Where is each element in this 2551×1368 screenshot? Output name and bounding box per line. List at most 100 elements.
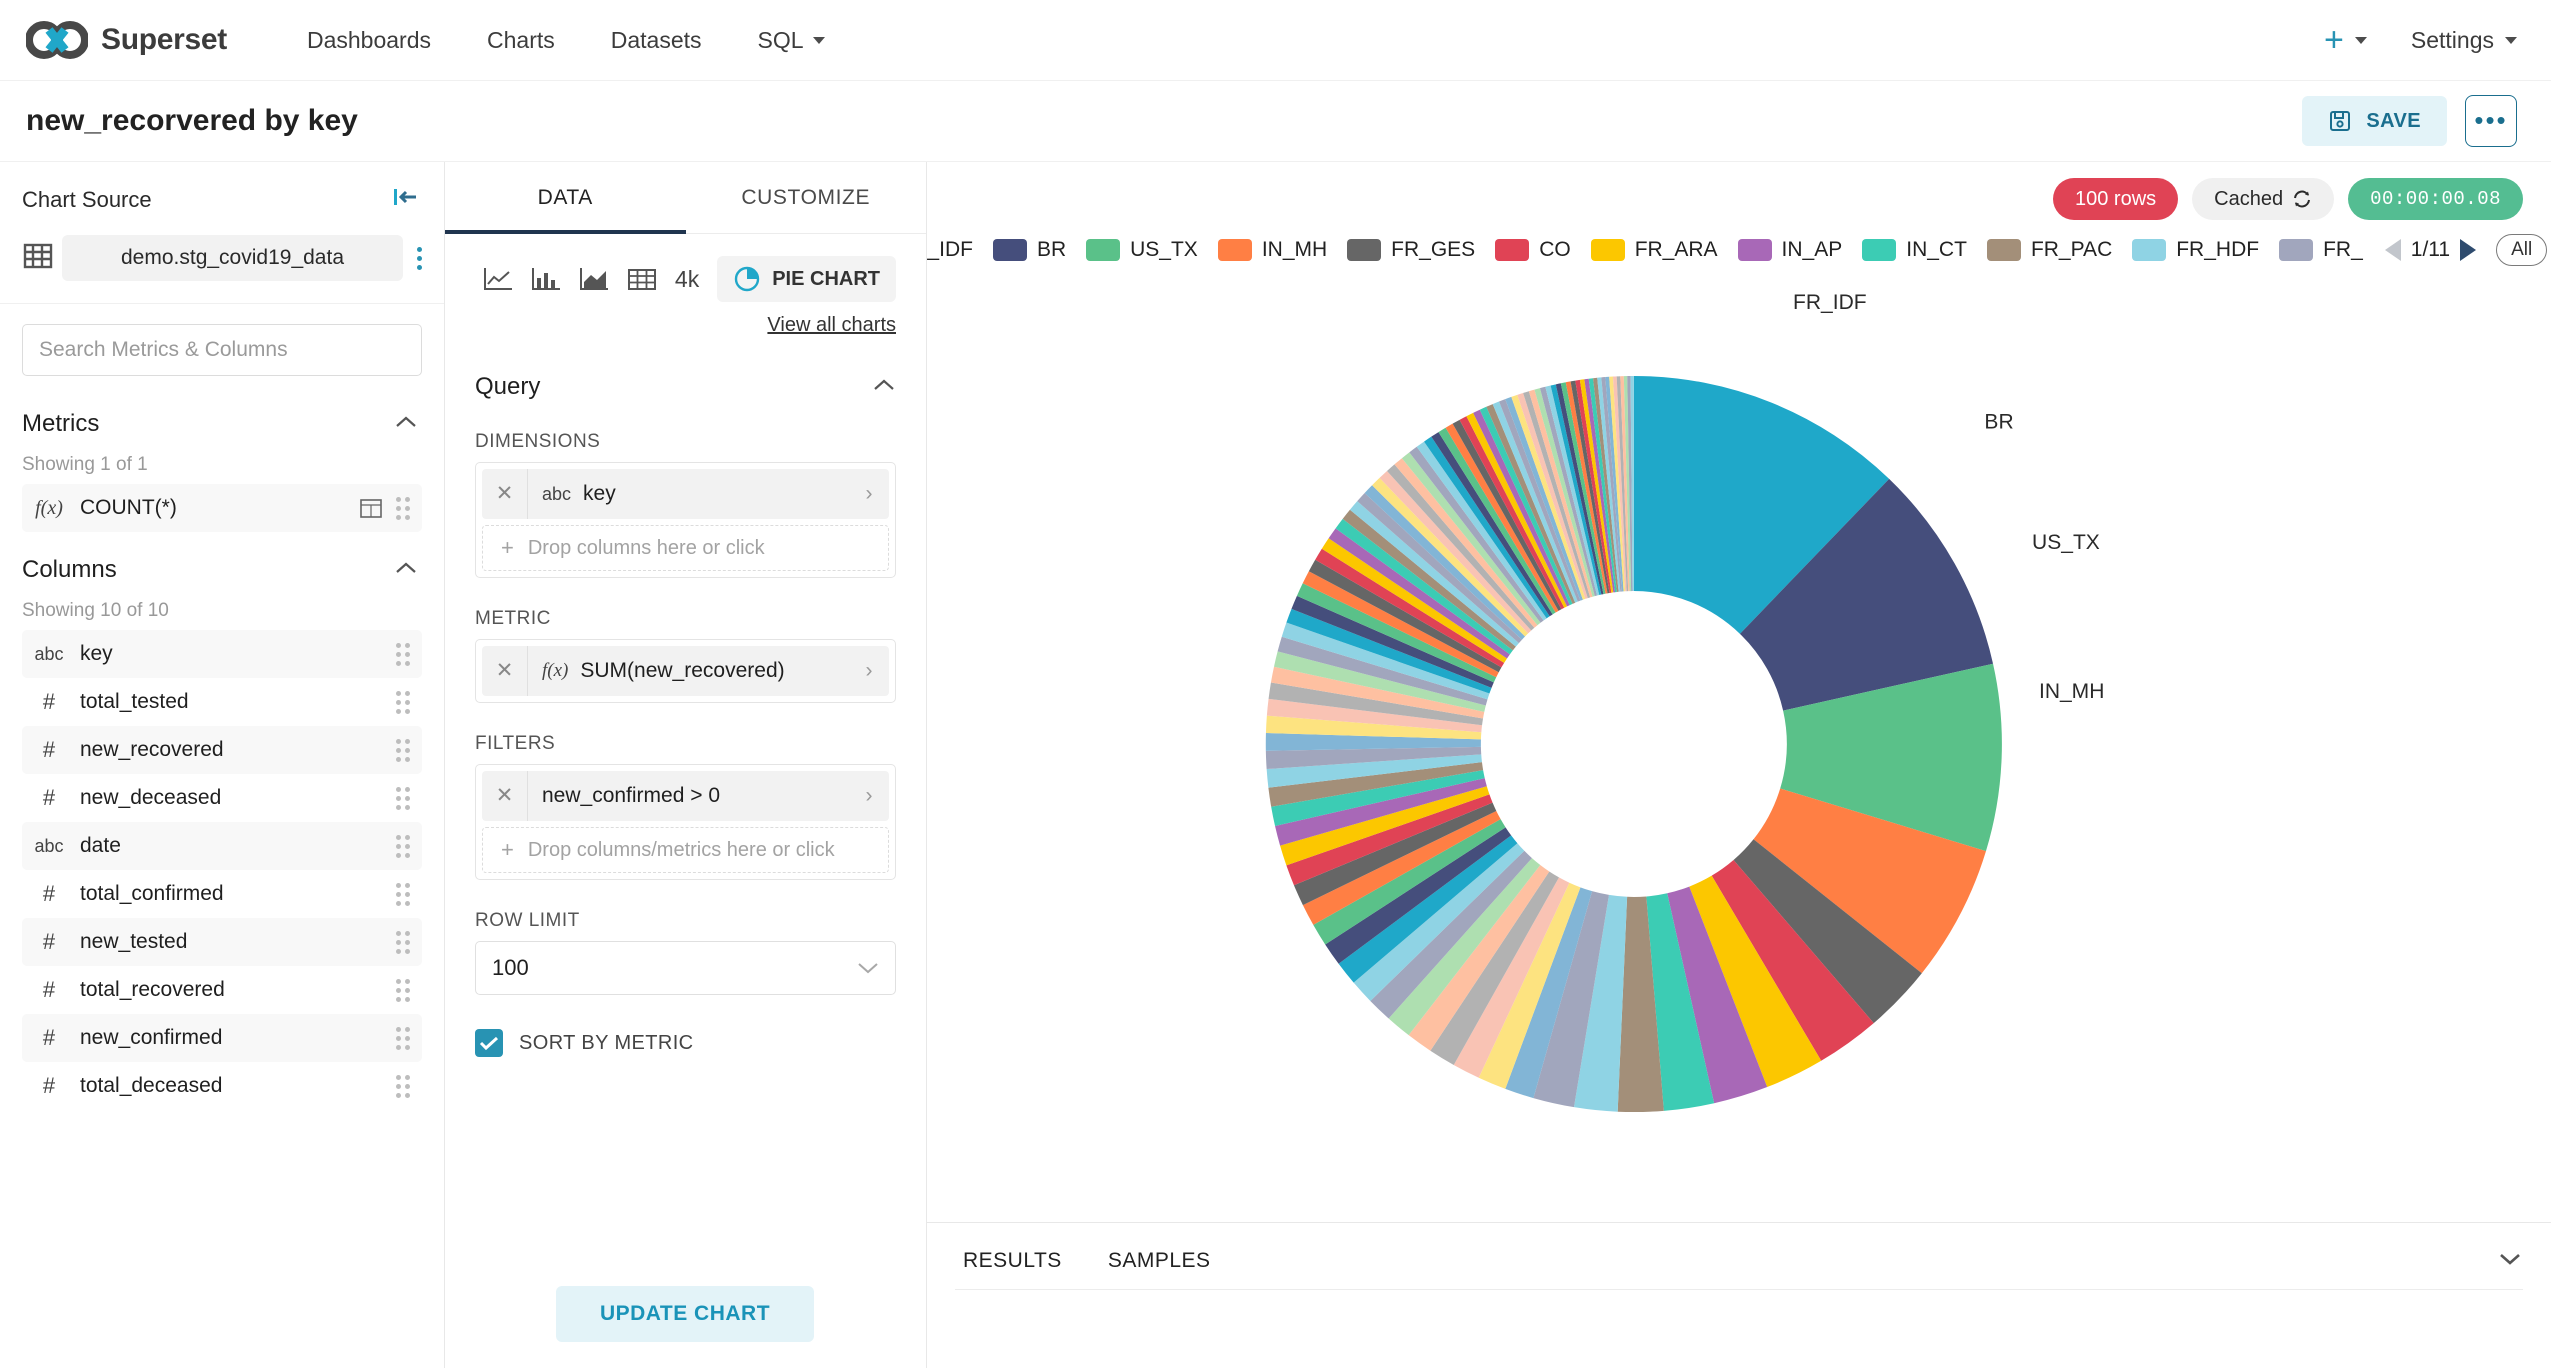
chevron-up-icon[interactable] <box>872 377 896 398</box>
legend-item[interactable]: FR_HDF <box>2132 238 2259 262</box>
legend-item[interactable]: FR_IDF <box>927 238 973 262</box>
legend-pagination: 1/11 All Inv <box>2385 234 2551 266</box>
metric-chip-label: SUM(new_recovered) <box>580 659 784 683</box>
area-chart-icon[interactable] <box>579 266 609 292</box>
more-options-button[interactable]: ••• <box>2465 95 2517 147</box>
chevron-right-icon[interactable]: › <box>849 784 889 808</box>
drag-handle-icon[interactable] <box>396 497 410 520</box>
legend-item[interactable]: IN_MH <box>1218 238 1327 262</box>
plus-icon: + <box>501 837 514 863</box>
nav-link-charts[interactable]: Charts <box>459 27 583 54</box>
nav-link-dashboards[interactable]: Dashboards <box>279 27 459 54</box>
row-count-badge[interactable]: 100 rows <box>2053 178 2178 220</box>
legend-item[interactable]: IN_AP <box>1738 238 1843 262</box>
column-item[interactable]: # total_confirmed <box>22 870 422 918</box>
metric-chip-sum[interactable]: ✕ f(x) SUM(new_recovered) › <box>482 646 889 696</box>
metric-item-count[interactable]: f(x) COUNT(*) <box>22 484 422 532</box>
bar-chart-icon[interactable] <box>531 266 561 292</box>
line-chart-icon[interactable] <box>483 266 513 292</box>
drag-handle-icon[interactable] <box>396 787 410 810</box>
chevron-up-icon[interactable] <box>394 414 418 435</box>
row-limit-select[interactable]: 100 <box>475 941 896 995</box>
save-button[interactable]: SAVE <box>2302 96 2447 146</box>
search-input[interactable] <box>22 324 422 376</box>
tab-samples[interactable]: SAMPLES <box>1108 1249 1211 1289</box>
column-item[interactable]: # total_deceased <box>22 1062 422 1110</box>
legend-item[interactable]: CO <box>1495 238 1571 262</box>
nav-link-datasets[interactable]: Datasets <box>583 27 730 54</box>
filters-drop-zone[interactable]: ✕ new_confirmed > 0 › + Drop columns/met… <box>475 764 896 880</box>
column-item[interactable]: # total_recovered <box>22 966 422 1014</box>
new-item-button[interactable]: + <box>2324 23 2367 57</box>
column-item[interactable]: # new_tested <box>22 918 422 966</box>
brand-logo-link[interactable]: Superset <box>26 20 227 60</box>
legend-next-page-icon[interactable] <box>2460 239 2476 261</box>
chart-status-badges: 100 rows Cached 00:00:00.08 <box>927 162 2551 220</box>
column-item[interactable]: # new_confirmed <box>22 1014 422 1062</box>
sort-by-metric-checkbox[interactable] <box>475 1029 503 1057</box>
settings-menu-button[interactable]: Settings <box>2411 27 2517 54</box>
number-type-icon: # <box>32 737 66 763</box>
legend-item[interactable]: FR_ <box>2279 238 2363 262</box>
update-chart-wrap: UPDATE CHART <box>445 1286 925 1342</box>
remove-icon[interactable]: ✕ <box>482 646 528 696</box>
drag-handle-icon[interactable] <box>396 691 410 714</box>
column-item[interactable]: # new_recovered <box>22 726 422 774</box>
big-number-icon[interactable]: 4k <box>675 266 699 293</box>
dataset-more-menu-icon[interactable] <box>411 243 428 274</box>
legend-select-all-button[interactable]: All <box>2496 234 2547 266</box>
chart-legend: FR_IDF BR US_TX IN_MH <box>927 220 2551 266</box>
viz-type-pie-chart-selected[interactable]: PIE CHART <box>717 256 896 302</box>
drag-handle-icon[interactable] <box>396 883 410 906</box>
update-chart-button[interactable]: UPDATE CHART <box>556 1286 814 1342</box>
remove-icon[interactable]: ✕ <box>482 771 528 821</box>
chevron-right-icon[interactable]: › <box>849 482 889 506</box>
collapse-panel-icon[interactable] <box>392 186 418 213</box>
dataset-name-pill[interactable]: demo.stg_covid19_data <box>62 235 403 281</box>
drag-handle-icon[interactable] <box>396 643 410 666</box>
drag-handle-icon[interactable] <box>396 1027 410 1050</box>
drag-handle-icon[interactable] <box>396 979 410 1002</box>
legend-item[interactable]: FR_GES <box>1347 238 1475 262</box>
filter-chip-new-confirmed[interactable]: ✕ new_confirmed > 0 › <box>482 771 889 821</box>
legend-item[interactable]: BR <box>993 238 1066 262</box>
brand-name: Superset <box>101 23 227 57</box>
remove-icon[interactable]: ✕ <box>482 469 528 519</box>
cached-badge[interactable]: Cached <box>2192 178 2334 220</box>
datasource-panel-header: Chart Source <box>0 162 444 229</box>
legend-item[interactable]: IN_CT <box>1862 238 1967 262</box>
legend-item[interactable]: FR_PAC <box>1987 238 2112 262</box>
tab-data[interactable]: DATA <box>445 162 686 233</box>
column-item[interactable]: # total_tested <box>22 678 422 726</box>
donut-chart-svg[interactable]: FR_IDF BR US_TX IN_MH <box>927 266 2551 1222</box>
chevron-up-icon[interactable] <box>394 560 418 581</box>
dimensions-drop-zone[interactable]: ✕ abc key › + Drop columns here or click <box>475 462 896 578</box>
metric-drop-zone[interactable]: ✕ f(x) SUM(new_recovered) › <box>475 639 896 703</box>
drag-handle-icon[interactable] <box>396 835 410 858</box>
drag-handle-icon[interactable] <box>396 739 410 762</box>
row-limit-value: 100 <box>492 955 529 981</box>
chevron-right-icon[interactable]: › <box>849 659 889 683</box>
legend-item[interactable]: FR_ARA <box>1591 238 1718 262</box>
column-item[interactable]: abc date <box>22 822 422 870</box>
drag-handle-icon[interactable] <box>396 931 410 954</box>
filters-drop-hint[interactable]: + Drop columns/metrics here or click <box>482 827 889 873</box>
column-item[interactable]: abc key <box>22 630 422 678</box>
sort-by-metric-label: SORT BY METRIC <box>519 1032 694 1055</box>
dimensions-drop-hint[interactable]: + Drop columns here or click <box>482 525 889 571</box>
column-item[interactable]: # new_deceased <box>22 774 422 822</box>
nav-link-sql[interactable]: SQL <box>730 27 853 54</box>
sort-by-metric-row[interactable]: SORT BY METRIC <box>475 1029 896 1057</box>
tab-results[interactable]: RESULTS <box>963 1249 1062 1289</box>
tab-customize[interactable]: CUSTOMIZE <box>686 162 927 233</box>
drag-handle-icon[interactable] <box>396 1075 410 1098</box>
view-all-charts-link[interactable]: View all charts <box>445 302 926 337</box>
page-title[interactable]: new_recorvered by key <box>26 104 358 138</box>
dimension-chip-key[interactable]: ✕ abc key › <box>482 469 889 519</box>
donut-slices-group[interactable] <box>1266 376 2002 1112</box>
legend-prev-page-icon[interactable] <box>2385 239 2401 261</box>
collapse-results-chevron-icon[interactable] <box>2497 1251 2523 1288</box>
filters-drop-hint-label: Drop columns/metrics here or click <box>528 839 835 862</box>
legend-item[interactable]: US_TX <box>1086 238 1198 262</box>
table-icon[interactable] <box>627 266 657 292</box>
